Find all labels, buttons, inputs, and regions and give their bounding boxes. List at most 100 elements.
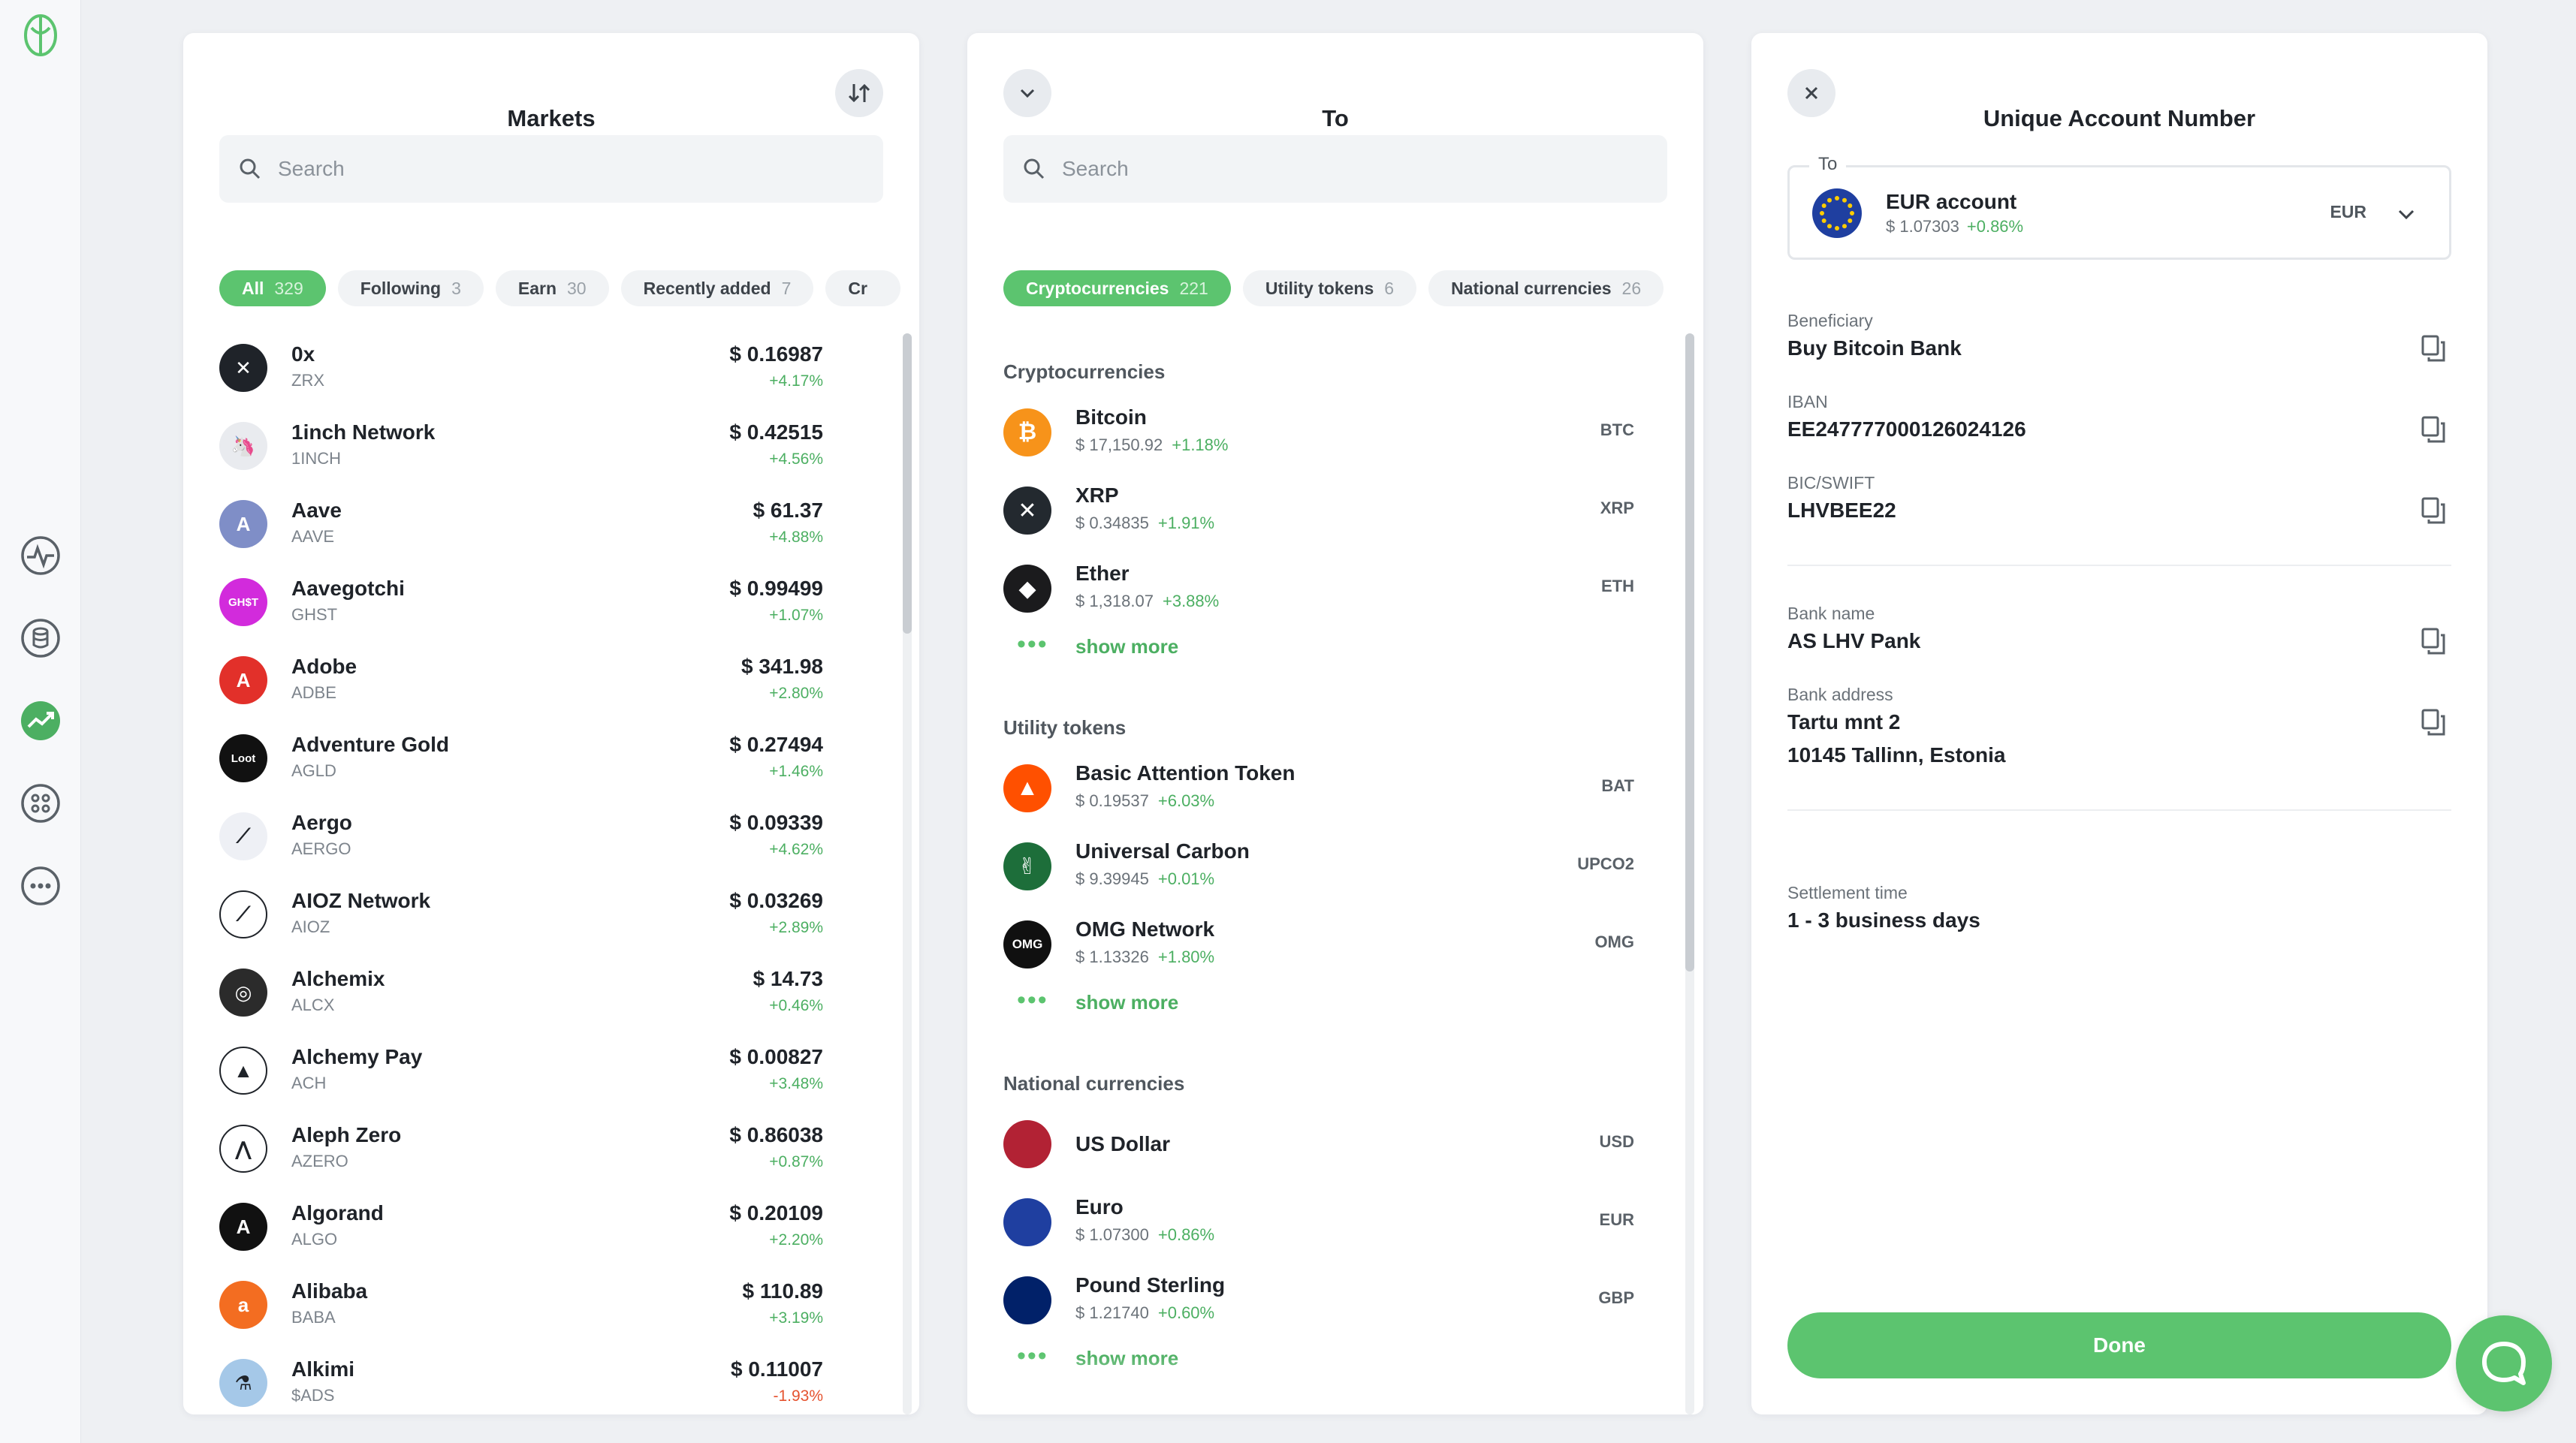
market-row[interactable]: ⟋ Aergo AERGO $ 0.09339 +4.62% [219, 802, 895, 880]
more-icon[interactable] [20, 865, 62, 907]
scrollbar-thumb[interactable] [1685, 333, 1694, 972]
market-row[interactable]: A Algorand ALGO $ 0.20109 +2.20% [219, 1192, 895, 1270]
chat-button[interactable] [2456, 1315, 2552, 1411]
currency-row[interactable]: ▲ Basic Attention Token $ 0.19537 +6.03% BAT [1003, 754, 1642, 832]
market-row[interactable]: GH$T Aavegotchi GHST $ 0.99499 +1.07% [219, 568, 895, 646]
market-row[interactable]: 🦄 1inch Network 1INCH $ 0.42515 +4.56% [219, 411, 895, 490]
copy-button[interactable] [2418, 333, 2448, 363]
rate-price: $ 1.21740 [1075, 1303, 1149, 1322]
asset-price: $ 0.86038 [729, 1123, 823, 1146]
asset-change: +1.07% [769, 607, 823, 624]
rate-change: +0.01% [1157, 869, 1215, 888]
market-row[interactable]: ◎ Alchemix ALCX $ 14.73 +0.46% [219, 958, 895, 1036]
market-row[interactable]: a Alibaba BABA $ 110.89 +3.19% [219, 1270, 895, 1348]
copy-button[interactable] [2418, 707, 2448, 737]
filter-chip[interactable]: Recently added 7 [620, 270, 814, 306]
field-value: Tartu mnt 2 [1787, 710, 1901, 734]
asset-change: +4.17% [769, 372, 823, 390]
show-more-link[interactable]: ••• show more [1003, 984, 1304, 1026]
asset-change: +4.62% [769, 841, 823, 858]
market-row[interactable]: Loot Adventure Gold AGLD $ 0.27494 +1.46% [219, 724, 895, 802]
currency-row[interactable]: ◆ Ether $ 1,318.07 +3.88% ETH [1003, 554, 1642, 632]
currency-row[interactable]: ✕ XRP $ 0.34835 +1.91% XRP [1003, 476, 1642, 554]
coin-icon: ▲ [219, 1047, 267, 1095]
database-icon[interactable] [20, 617, 62, 659]
rate-price: $ 0.34835 [1075, 514, 1149, 532]
filter-chip[interactable]: Cr [825, 270, 900, 306]
filter-chip[interactable]: All 329 [219, 270, 326, 306]
currency-rate: $ 17,150.92 +1.18% [1075, 435, 1228, 455]
to-label: To [1809, 154, 1847, 175]
field-value: LHVBEE22 [1787, 499, 1896, 522]
asset-name: Algorand [291, 1201, 384, 1225]
currency-rate: $ 1.07300 +0.86% [1075, 1225, 1214, 1245]
activity-icon[interactable] [20, 535, 62, 577]
currency-icon: ✌ [1003, 842, 1051, 890]
rate-change: +0.60% [1157, 1303, 1215, 1322]
asset-change: +2.89% [769, 919, 823, 936]
copy-button[interactable] [2418, 496, 2448, 526]
coin-icon: ◎ [219, 969, 267, 1017]
market-row[interactable]: A Aave AAVE $ 61.37 +4.88% [219, 490, 895, 568]
market-row[interactable]: ⚗ Alkimi $ADS $ 0.11007 -1.93% [219, 1348, 895, 1414]
done-button[interactable]: Done [1787, 1312, 2451, 1378]
sort-button[interactable] [835, 69, 883, 117]
asset-price: $ 0.16987 [729, 342, 823, 366]
asset-name: Alchemix [291, 967, 385, 990]
filter-chips: All 329 Following 3 Earn 30 Recently added 7 Cr [219, 270, 901, 306]
rate-price: $ 9.39945 [1075, 869, 1149, 888]
asset-name: Alchemy Pay [291, 1045, 423, 1068]
currency-rate: $ 1,318.07 +3.88% [1075, 592, 1219, 611]
asset-change: +3.19% [769, 1309, 823, 1327]
asset-price: $ 0.99499 [729, 577, 823, 600]
scrollbar-thumb[interactable] [903, 333, 912, 634]
rate-change: +1.80% [1157, 947, 1215, 966]
currency-rate: $ 1.21740 +0.60% [1075, 1303, 1214, 1323]
market-row[interactable]: ⋀ Aleph Zero AZERO $ 0.86038 +0.87% [219, 1114, 895, 1192]
copy-icon [2421, 335, 2445, 362]
currency-row[interactable]: US Dollar USD [1003, 1110, 1642, 1188]
chip-count: 329 [274, 278, 303, 298]
currency-name: US Dollar [1075, 1132, 1171, 1155]
to-list[interactable]: Cryptocurrencies ₿ Bitcoin $ 17,150.92 +1.18… [967, 33, 1688, 1414]
coin-icon: Loot [219, 734, 267, 782]
copy-button[interactable] [2418, 626, 2448, 656]
account-selector[interactable]: To EUR account $ 1.07303 +0.86% EUR [1787, 154, 2451, 260]
dots-icon: ••• [1017, 630, 1048, 658]
filter-chip[interactable]: Earn 30 [495, 270, 609, 306]
asset-symbol: ACH [291, 1074, 327, 1092]
filter-chip[interactable]: Following 3 [337, 270, 484, 306]
apps-icon[interactable] [20, 782, 62, 824]
coin-icon: A [219, 500, 267, 548]
show-more-link[interactable]: ••• show more [1003, 628, 1304, 670]
asset-price: $ 110.89 [742, 1279, 823, 1303]
currency-row[interactable]: ₿ Bitcoin $ 17,150.92 +1.18% BTC [1003, 398, 1642, 476]
copy-button[interactable] [2418, 414, 2448, 444]
chart-icon[interactable] [20, 700, 62, 742]
currency-row[interactable]: Euro $ 1.07300 +0.86% EUR [1003, 1188, 1642, 1266]
market-row[interactable]: ⟋ AIOZ Network AIOZ $ 0.03269 +2.89% [219, 880, 895, 958]
rate-price: $ 1.07300 [1075, 1225, 1149, 1244]
asset-name: 0x [291, 342, 315, 366]
asset-change: +4.88% [769, 529, 823, 546]
market-row[interactable]: ✕ 0x ZRX $ 0.16987 +4.17% [219, 333, 895, 411]
markets-search[interactable] [219, 135, 883, 203]
currency-row[interactable]: OMG OMG Network $ 1.13326 +1.80% OMG [1003, 910, 1642, 988]
search-input[interactable] [278, 157, 728, 181]
account-currency: EUR [2330, 202, 2366, 221]
coin-icon: a [219, 1281, 267, 1329]
currency-row[interactable]: Pound Sterling $ 1.21740 +0.60% GBP [1003, 1266, 1642, 1344]
market-row[interactable]: ▲ Alchemy Pay ACH $ 0.00827 +3.48% [219, 1036, 895, 1114]
rate-price: $ 1.13326 [1075, 947, 1149, 966]
currency-name: OMG Network [1075, 917, 1215, 941]
logo-icon[interactable] [20, 14, 62, 59]
asset-price: $ 0.00827 [729, 1045, 823, 1068]
divider [1787, 565, 2451, 566]
field-value-line2: 10145 Tallinn, Estonia [1787, 743, 2006, 767]
markets-list[interactable]: ✕ 0x ZRX $ 0.16987 +4.17% 🦄 1inch Network 1INCH… [219, 333, 895, 1414]
account-name: EUR account [1886, 190, 2017, 213]
currency-row[interactable]: ✌ Universal Carbon $ 9.39945 +0.01% UPCO2 [1003, 832, 1642, 910]
currency-code: GBP [1598, 1288, 1634, 1307]
market-row[interactable]: A Adobe ADBE $ 341.98 +2.80% [219, 646, 895, 724]
coin-icon: 🦄 [219, 422, 267, 470]
